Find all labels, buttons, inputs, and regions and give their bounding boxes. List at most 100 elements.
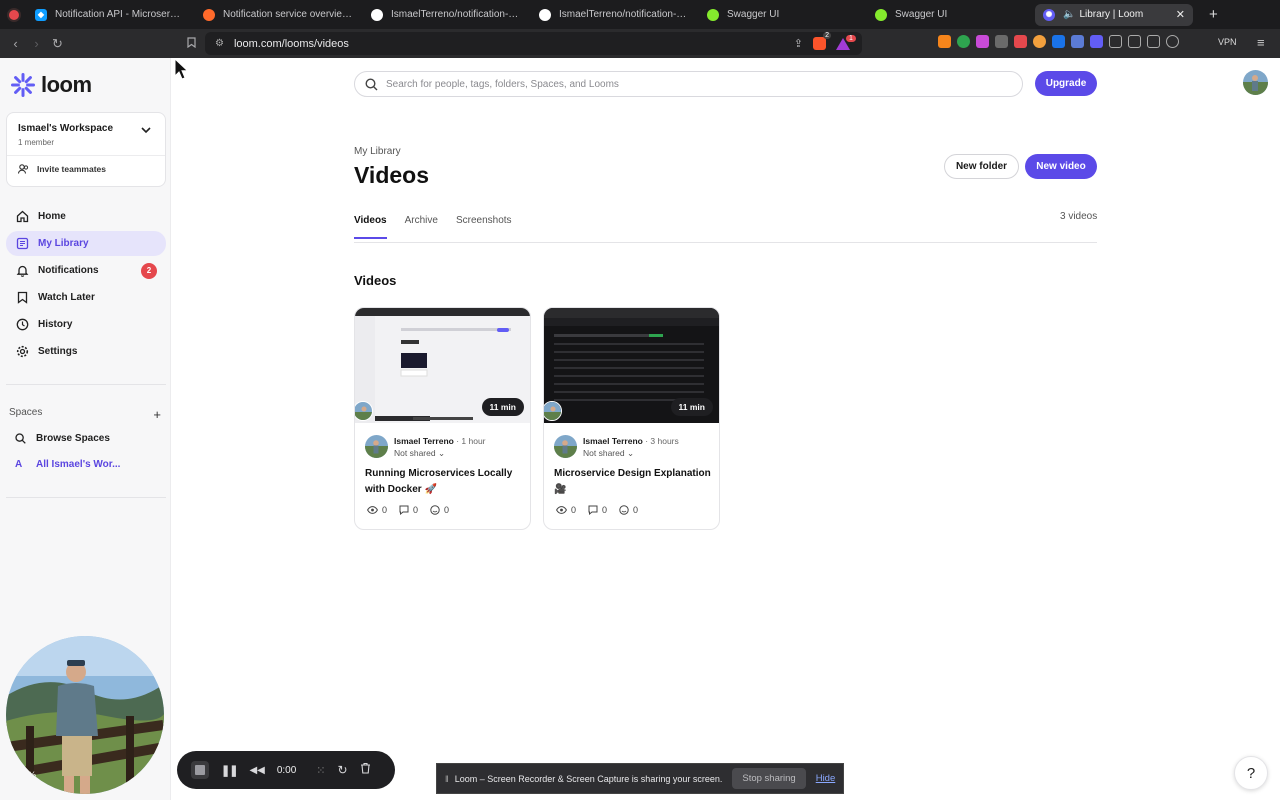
tab-title: Swagger UI: [727, 9, 780, 20]
browser-menu-icon[interactable]: ≡: [1257, 35, 1265, 50]
add-space-icon[interactable]: +: [153, 407, 161, 422]
extension-icon[interactable]: [976, 35, 989, 48]
space-all-workspace[interactable]: A All Ismael's Wor...: [15, 459, 120, 470]
extension-icon[interactable]: [1052, 35, 1065, 48]
time-ago: · 1 hour: [456, 436, 486, 446]
video-title[interactable]: Running Microservices Locally with Docke…: [365, 466, 525, 498]
close-tab-icon[interactable]: ✕: [1176, 8, 1185, 21]
invite-teammates-button[interactable]: Invite teammates: [18, 164, 106, 174]
drag-handle-icon[interactable]: ‖: [445, 774, 449, 784]
sidebar-item-label: Home: [38, 211, 66, 222]
sharing-dropdown[interactable]: Not shared ⌄: [583, 448, 634, 459]
stop-sharing-button[interactable]: Stop sharing: [732, 768, 806, 789]
video-card[interactable]: 11 min Ismael Terreno · 1 hour Not share…: [354, 307, 531, 530]
video-title[interactable]: Microservice Design Explanation 🎥: [554, 466, 714, 498]
vpn-button[interactable]: VPN: [1218, 37, 1237, 47]
drag-handle-icon[interactable]: ⁙: [316, 764, 325, 777]
invite-teammates-label: Invite teammates: [37, 164, 106, 174]
sidebar-item-history[interactable]: History: [6, 312, 166, 337]
author-avatar[interactable]: [365, 435, 388, 458]
wallet-icon[interactable]: [1147, 35, 1160, 48]
comments-count: 0: [602, 505, 608, 515]
new-video-button[interactable]: New video: [1025, 154, 1097, 179]
new-folder-button[interactable]: New folder: [944, 154, 1019, 179]
reload-icon[interactable]: ↻: [47, 36, 68, 52]
extension-icon[interactable]: [995, 35, 1008, 48]
sharing-status: Not shared: [583, 448, 625, 458]
sidebar-item-my-library[interactable]: My Library: [6, 231, 166, 256]
rewind-icon[interactable]: ◀◀: [249, 765, 264, 776]
search-icon: [365, 77, 378, 90]
help-button[interactable]: ?: [1234, 756, 1268, 790]
video-stats: 0 0 0: [367, 505, 449, 515]
search-input[interactable]: [386, 78, 986, 90]
url-text: loom.com/looms/videos: [233, 37, 349, 50]
stop-recording-icon[interactable]: [191, 761, 209, 779]
share-icon[interactable]: ⇪: [794, 37, 803, 50]
extension-icon[interactable]: [1071, 35, 1084, 48]
sidebar-item-notifications[interactable]: Notifications 2: [6, 258, 166, 283]
extensions-puzzle-icon[interactable]: [1109, 35, 1122, 48]
browser-tab[interactable]: Swagger UI: [699, 4, 865, 26]
duration-badge: 11 min: [481, 398, 524, 416]
address-bar[interactable]: ⚙ loom.com/looms/videos ⇪ 2 1: [205, 32, 862, 55]
sidebar-toggle-icon[interactable]: [1128, 35, 1141, 48]
sidebar-item-label: Notifications: [38, 265, 99, 276]
loom-extension-icon[interactable]: [1090, 35, 1103, 48]
author-line: Ismael Terreno · 3 hours: [583, 436, 679, 446]
extension-icon[interactable]: [1033, 35, 1046, 48]
sidebar-item-settings[interactable]: Settings: [6, 339, 166, 364]
back-icon[interactable]: ‹: [5, 36, 26, 51]
leo-ai-icon[interactable]: [1166, 35, 1179, 48]
library-icon: [15, 237, 30, 250]
tab-videos[interactable]: Videos: [354, 215, 387, 239]
site-settings-icon[interactable]: ⚙: [215, 38, 224, 49]
bookmark-page-icon[interactable]: [181, 36, 202, 51]
browser-tab[interactable]: Swagger UI: [867, 4, 1033, 26]
loom-logo[interactable]: loom: [11, 72, 92, 98]
workspace-members: 1 member: [18, 138, 55, 147]
extension-icon[interactable]: [1014, 35, 1027, 48]
author-name[interactable]: Ismael Terreno: [394, 436, 454, 446]
search-icon: [15, 433, 26, 444]
workspace-switcher[interactable]: Ismael's Workspace 1 member Invite teamm…: [6, 112, 166, 187]
author-name[interactable]: Ismael Terreno: [583, 436, 643, 446]
metamask-icon[interactable]: [938, 35, 951, 48]
brave-rewards-icon[interactable]: 1: [836, 34, 856, 50]
delete-recording-icon[interactable]: [360, 761, 371, 779]
sidebar: loom Ismael's Workspace 1 member Invite …: [0, 58, 171, 800]
reactions-stat: 0: [430, 505, 449, 515]
hide-banner-button[interactable]: Hide: [816, 773, 836, 784]
spaces-header: Spaces +: [9, 407, 161, 422]
video-card[interactable]: 11 min Ismael Terreno · 3 hours Not shar…: [543, 307, 720, 530]
comment-icon: [399, 505, 409, 515]
tab-title: IsmaelTerreno/notification-etl-se: [391, 9, 521, 20]
tab-screenshots[interactable]: Screenshots: [456, 215, 512, 239]
reactions-count: 0: [444, 505, 450, 515]
brave-shields-icon[interactable]: 2: [813, 32, 831, 50]
sidebar-item-home[interactable]: Home: [6, 204, 166, 229]
breadcrumb[interactable]: My Library: [354, 146, 401, 157]
browse-spaces-link[interactable]: Browse Spaces: [15, 433, 110, 444]
forward-icon[interactable]: ›: [26, 36, 47, 51]
author-avatar[interactable]: [554, 435, 577, 458]
browser-tab[interactable]: IsmaelTerreno/notification-worke: [531, 4, 697, 26]
sharing-dropdown[interactable]: Not shared ⌄: [394, 448, 445, 459]
chevron-down-icon[interactable]: [141, 125, 151, 137]
browser-tab[interactable]: IsmaelTerreno/notification-etl-se: [363, 4, 529, 26]
camera-bubble[interactable]: 50%: [6, 636, 164, 794]
pause-icon[interactable]: ❚❚: [221, 764, 238, 777]
workspace-divider: [7, 155, 165, 156]
browser-tab-active[interactable]: ✺ 🔈 Library | Loom ✕: [1035, 3, 1193, 26]
upgrade-button[interactable]: Upgrade: [1035, 71, 1097, 96]
new-tab-button[interactable]: +: [1209, 6, 1218, 23]
extension-icon[interactable]: [957, 35, 970, 48]
restart-icon[interactable]: ↻: [338, 763, 348, 777]
sidebar-item-watch-later[interactable]: Watch Later: [6, 285, 166, 310]
tab-archive[interactable]: Archive: [405, 215, 438, 239]
search-bar[interactable]: [354, 71, 1023, 97]
browser-tab[interactable]: ◆ Notification API - Microservice Ar: [27, 4, 193, 26]
chevron-down-icon: ⌄: [437, 448, 446, 458]
user-avatar[interactable]: [1243, 70, 1268, 95]
browser-tab[interactable]: Notification service overview - St: [195, 4, 361, 26]
